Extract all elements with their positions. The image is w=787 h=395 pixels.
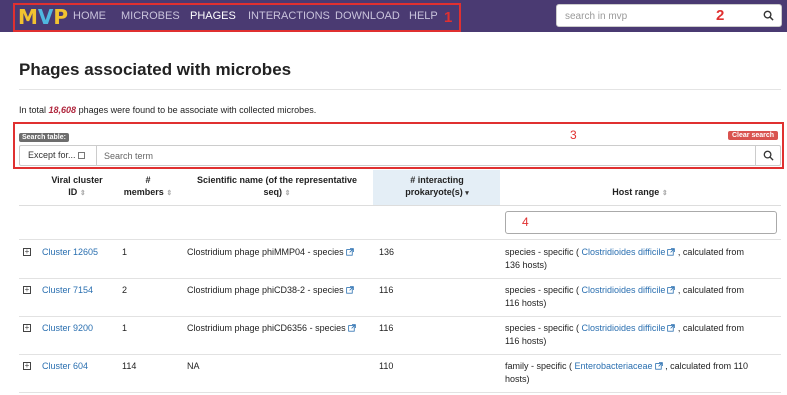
scientific-name[interactable]: Clostridium phage phiCD6356 - species [187, 322, 356, 335]
clear-search-button[interactable]: Clear search [728, 131, 779, 140]
members-value: 1 [122, 247, 128, 257]
host-range-value: species - specific ( Clostridioides diff… [505, 247, 744, 270]
page-title: Phages associated with microbes [19, 60, 292, 79]
host-range-filter-input[interactable] [505, 211, 777, 234]
cluster-link[interactable]: Cluster 7154 [42, 284, 93, 297]
external-link-icon [654, 362, 663, 370]
except-for-toggle[interactable]: Except for... [20, 146, 97, 165]
divider [19, 89, 781, 90]
interacting-value: 116 [379, 323, 394, 333]
cluster-link[interactable]: Cluster 12605 [42, 246, 98, 259]
col-header-interacting[interactable]: # interacting prokaryote(s) ▾ [378, 174, 496, 200]
search-table-label: Search table: [19, 133, 69, 142]
search-icon[interactable] [763, 10, 774, 21]
row-divider [19, 316, 781, 317]
interacting-value: 136 [379, 247, 395, 257]
col-header-host-range[interactable]: Host range ⇕ [560, 186, 720, 200]
except-checkbox[interactable] [77, 152, 85, 159]
row-divider [19, 239, 781, 240]
sort-icon: ⇕ [661, 190, 668, 197]
col-header-viral-cluster[interactable]: Viral cluster ID ⇕ [42, 174, 112, 200]
col-header-scientific-name[interactable]: Scientific name (of the representative s… [186, 174, 368, 200]
sort-icon: ⇕ [284, 190, 291, 197]
host-taxon-link[interactable]: Enterobacteriaceae [575, 361, 653, 371]
col-header-members[interactable]: # members ⇕ [118, 174, 178, 200]
cluster-link[interactable]: Cluster 9200 [42, 322, 93, 335]
interacting-value: 116 [379, 285, 394, 295]
scientific-name: NA [187, 361, 200, 371]
external-link-icon [347, 324, 356, 332]
search-icon [763, 150, 774, 161]
site-search-input[interactable] [565, 9, 755, 23]
sort-icon: ⇕ [79, 190, 86, 197]
table-search-group: Except for... [19, 145, 781, 166]
cluster-link[interactable]: Cluster 604 [42, 360, 88, 373]
row-divider [19, 392, 781, 393]
sort-icon: ⇕ [166, 190, 173, 197]
phage-count: 18,608 [48, 105, 77, 115]
host-range-value: species - specific ( Clostridioides diff… [505, 285, 744, 308]
host-taxon-link[interactable]: Clostridioides difficile [582, 285, 666, 295]
header-divider [19, 205, 781, 206]
row-divider [19, 354, 781, 355]
annotation-number-2: 2 [716, 7, 725, 24]
host-taxon-link[interactable]: Clostridioides difficile [582, 247, 666, 257]
expand-row-icon[interactable]: + [23, 248, 31, 256]
host-range-value: family - specific ( Enterobacteriaceae ,… [505, 361, 748, 384]
members-value: 2 [122, 285, 128, 295]
members-value: 114 [122, 361, 137, 371]
scientific-name[interactable]: Clostridium phage phiCD38-2 - species [187, 284, 354, 297]
search-term-button[interactable] [755, 146, 780, 165]
expand-row-icon[interactable]: + [23, 324, 31, 332]
row-divider [19, 278, 781, 279]
expand-row-icon[interactable]: + [23, 286, 31, 294]
expand-row-icon[interactable]: + [23, 362, 31, 370]
external-link-icon [345, 248, 354, 256]
sort-desc-icon: ▾ [465, 190, 469, 197]
host-range-value: species - specific ( Clostridioides diff… [505, 323, 744, 346]
annotation-box-1 [13, 3, 461, 32]
external-link-icon [345, 286, 354, 294]
scientific-name[interactable]: Clostridium phage phiMMP04 - species [187, 246, 354, 259]
annotation-number-3: 3 [570, 128, 577, 142]
summary-text: In total 18,608 phages were found to be … [19, 105, 317, 115]
annotation-number-4: 4 [522, 215, 529, 229]
members-value: 1 [122, 323, 128, 333]
host-taxon-link[interactable]: Clostridioides difficile [582, 323, 666, 333]
annotation-number-1: 1 [444, 9, 453, 26]
site-search [556, 4, 782, 27]
interacting-value: 110 [379, 361, 394, 371]
search-term-input[interactable] [104, 149, 744, 162]
